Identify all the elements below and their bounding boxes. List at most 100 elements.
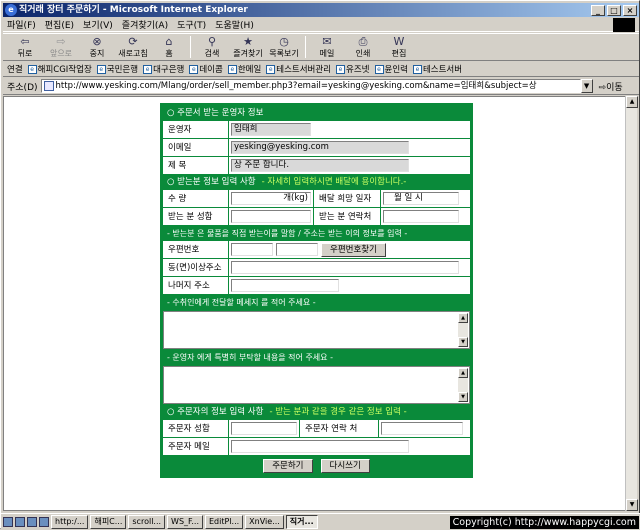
quantity-field[interactable]: 개(kg): [231, 192, 311, 205]
refresh-button[interactable]: ⟳ 새로고침: [115, 34, 151, 60]
history-button[interactable]: ◷ 목록보기: [266, 34, 302, 60]
forward-button[interactable]: ⇨ 앞으로: [43, 34, 79, 60]
reset-button[interactable]: 다시쓰기: [320, 459, 370, 473]
link-item[interactable]: e 국민은행: [96, 63, 138, 75]
submit-order-button[interactable]: 주문하기: [263, 459, 313, 473]
textarea-scrollbar[interactable]: ▲ ▼: [458, 313, 468, 347]
taskbar-item[interactable]: WS_F...: [167, 515, 203, 529]
search-button[interactable]: ⚲ 검색: [194, 34, 230, 60]
subject-label: 제 목: [163, 157, 229, 174]
link-item[interactable]: e 해피CGI작업장: [27, 63, 92, 75]
scroll-up-icon[interactable]: ▲: [458, 313, 468, 323]
address2-field[interactable]: [231, 279, 339, 292]
link-item[interactable]: e 대구은행: [143, 63, 184, 75]
seller-email-field[interactable]: yesking@yesking.com: [231, 141, 409, 154]
quick-launch-icon[interactable]: [15, 517, 25, 527]
link-label: 윤인력: [384, 65, 408, 75]
scroll-up-icon[interactable]: ▲: [458, 368, 468, 378]
taskbar-item[interactable]: EditPl...: [204, 515, 244, 529]
mail-icon: ✉: [322, 35, 332, 48]
close-button[interactable]: ×: [623, 5, 637, 16]
link-item[interactable]: e 테스트서버: [412, 63, 463, 75]
address1-field[interactable]: [231, 261, 459, 274]
link-item[interactable]: e 유즈넷: [336, 63, 370, 75]
page-icon: e: [227, 64, 237, 74]
scroll-down-icon[interactable]: ▼: [458, 392, 468, 402]
subject-field[interactable]: 상 주문 합니다.: [231, 159, 409, 172]
taskbar-item-active[interactable]: 직거...: [285, 515, 318, 529]
home-label: 홈: [165, 49, 173, 58]
address-dropdown-button[interactable]: ▼: [580, 79, 593, 93]
search-label: 검색: [204, 49, 220, 58]
print-icon: ⎙: [358, 35, 368, 48]
link-item[interactable]: e 윤인력: [374, 63, 408, 75]
search-icon: ⚲: [207, 35, 217, 48]
home-button[interactable]: ⌂ 홈: [151, 34, 187, 60]
stop-button[interactable]: ⊗ 중지: [79, 34, 115, 60]
link-item[interactable]: e 테스트서버관리: [266, 63, 331, 75]
taskbar-item[interactable]: scroll...: [128, 515, 166, 529]
recipient-phone-label: 받는 분 연락처: [313, 208, 381, 225]
recipient-phone-field[interactable]: [383, 210, 459, 223]
go-button[interactable]: ⇨이동: [599, 80, 623, 93]
menu-help[interactable]: 도움말(H): [215, 18, 254, 31]
taskbar-item[interactable]: 해피C...: [90, 515, 127, 529]
seller-name-field[interactable]: 임태희: [231, 123, 311, 136]
stop-icon: ⊗: [92, 35, 102, 48]
taskbar-item[interactable]: http:/...: [51, 515, 89, 529]
zip-search-button[interactable]: 우편번호찾기: [321, 242, 386, 257]
orderer-header-title: ○ 주문자의 정보 입력 사항: [167, 407, 264, 417]
quick-launch-icon[interactable]: [27, 517, 37, 527]
zip-field-2[interactable]: [276, 243, 318, 256]
scroll-down-icon[interactable]: ▼: [458, 337, 468, 347]
page-icon: e: [143, 64, 153, 74]
link-label: 해피CGI작업장: [37, 65, 92, 75]
zip-field-1[interactable]: [231, 243, 273, 256]
textarea-scrollbar[interactable]: ▲ ▼: [458, 368, 468, 402]
quick-launch-icon[interactable]: [39, 517, 49, 527]
scroll-up-icon[interactable]: ▲: [626, 96, 638, 108]
link-label: 유즈넷: [346, 65, 370, 75]
print-button[interactable]: ⎙ 인쇄: [345, 34, 381, 60]
history-label: 목록보기: [269, 49, 299, 58]
window-title: 직거래 장터 주문하기 - Microsoft Internet Explore…: [19, 5, 248, 15]
orderer-header-note: - 받는 분과 같을 경우 같은 정보 입력 -: [269, 407, 407, 417]
recipient-name-field[interactable]: [231, 210, 311, 223]
taskbar-item[interactable]: XnVie...: [245, 515, 284, 529]
menu-view[interactable]: 보기(V): [83, 18, 113, 31]
seller-name-label: 운영자: [163, 121, 229, 138]
favorites-button[interactable]: ★ 즐겨찾기: [230, 34, 266, 60]
page-icon: e: [189, 64, 199, 74]
menu-file[interactable]: 파일(F): [7, 18, 36, 31]
edit-button[interactable]: W 편집: [381, 34, 417, 60]
link-label: 대구은행: [153, 65, 185, 75]
edit-label: 편집: [391, 49, 407, 58]
link-item[interactable]: e 데이콤: [189, 63, 223, 75]
zip-label: 우편번호: [163, 241, 229, 258]
quantity-label: 수 량: [163, 190, 229, 207]
page-scrollbar[interactable]: ▲ ▼: [625, 96, 638, 511]
menu-tools[interactable]: 도구(T): [177, 18, 206, 31]
orderer-phone-field[interactable]: [381, 422, 463, 435]
maximize-button[interactable]: □: [607, 5, 621, 16]
quick-launch-icon[interactable]: [3, 517, 13, 527]
delivery-date-field[interactable]: 월 일 시: [383, 192, 459, 205]
back-button[interactable]: ⇦ 뒤로: [7, 34, 43, 60]
link-item[interactable]: e 한메일: [227, 63, 261, 75]
minimize-button[interactable]: _: [591, 5, 605, 16]
link-label: 테스트서버: [422, 65, 463, 75]
scroll-down-icon[interactable]: ▼: [626, 499, 638, 511]
recipient-message-textarea[interactable]: ▲ ▼: [163, 311, 470, 349]
favorites-label: 즐겨찾기: [233, 49, 263, 58]
seller-request-textarea[interactable]: ▲ ▼: [163, 366, 470, 404]
mail-button[interactable]: ✉ 메일: [309, 34, 345, 60]
orderer-email-field[interactable]: [231, 440, 409, 453]
address-input[interactable]: http://www.yesking.com/Mlang/order/sell_…: [40, 79, 581, 93]
orderer-name-field[interactable]: [231, 422, 297, 435]
refresh-label: 새로고침: [118, 49, 148, 58]
menu-favorites[interactable]: 즐겨찾기(A): [122, 18, 168, 31]
link-label: 데이콤: [199, 65, 223, 75]
orderer-phone-label: 주문자 연락 처: [299, 420, 379, 437]
page-icon: e: [266, 64, 276, 74]
menu-edit[interactable]: 편집(E): [45, 18, 74, 31]
